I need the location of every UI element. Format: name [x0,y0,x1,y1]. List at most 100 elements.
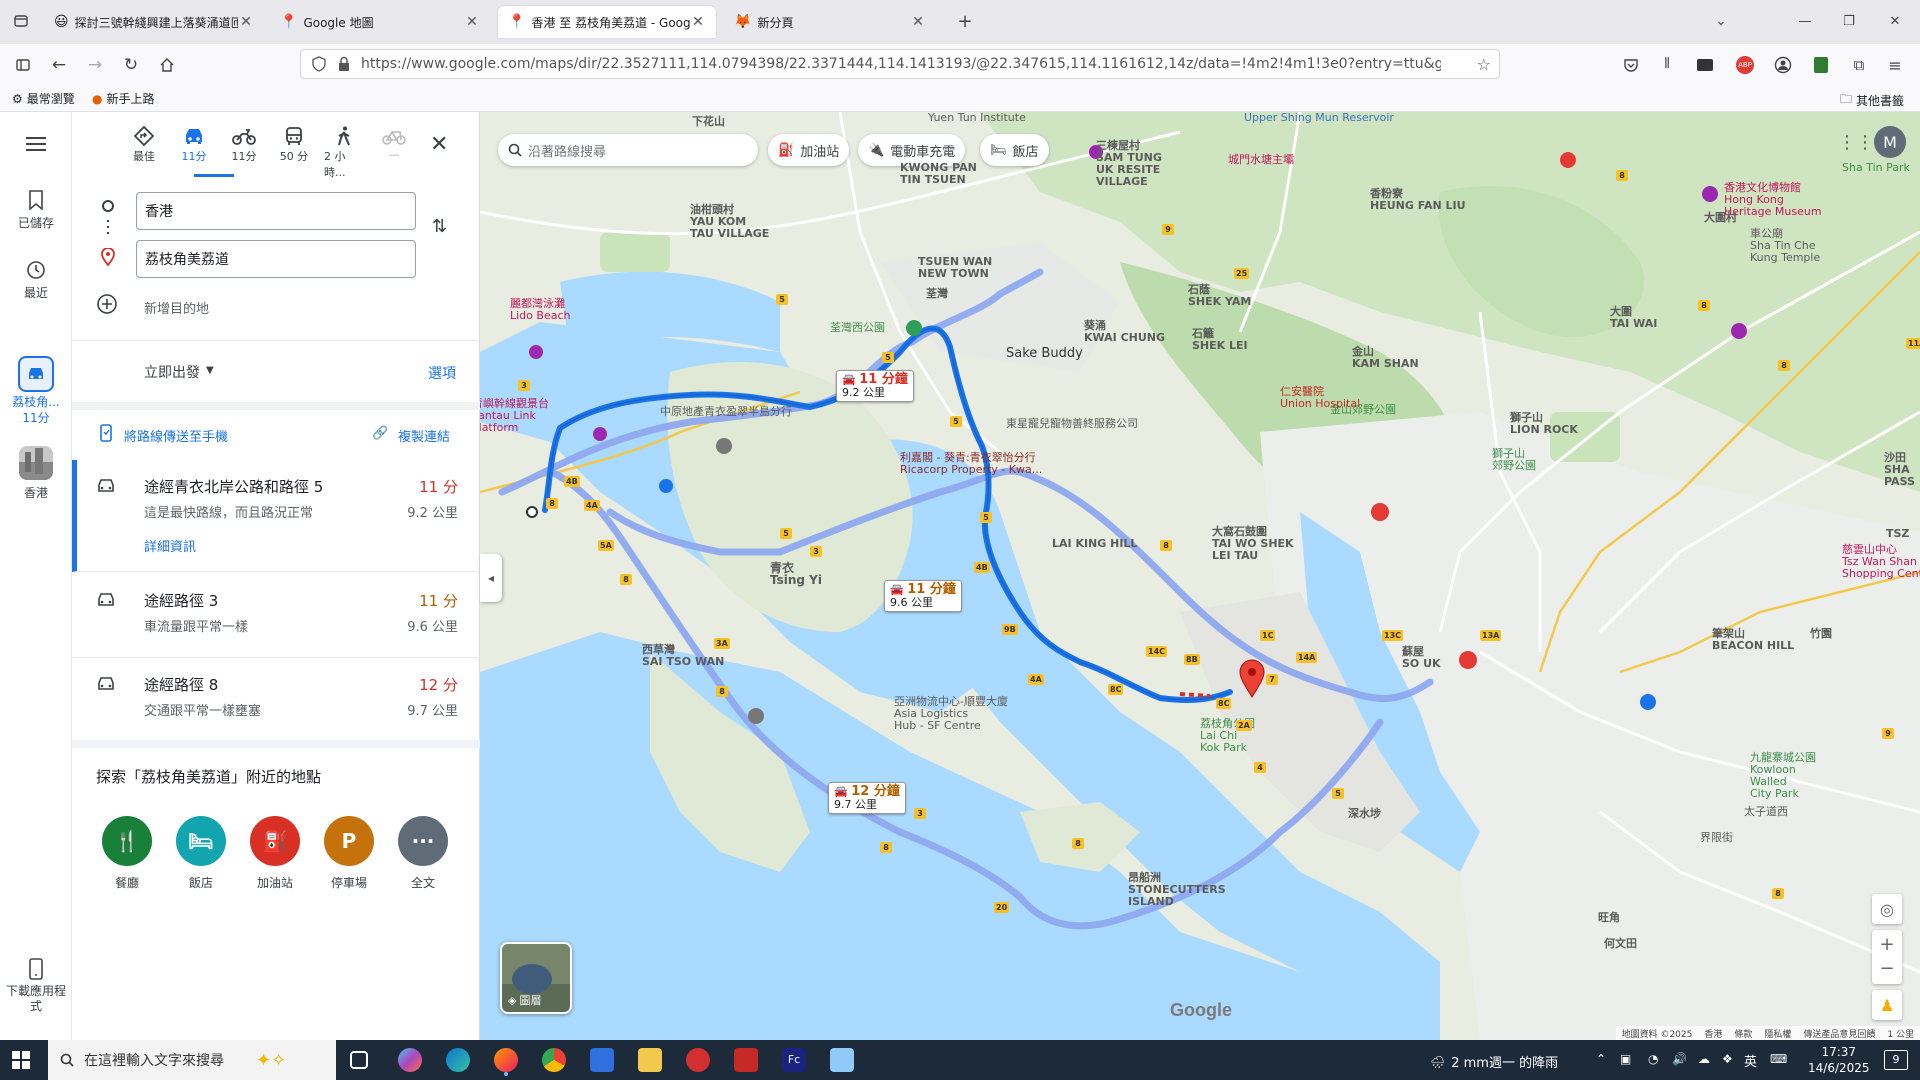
app-fc-icon[interactable]: Fc [782,1048,806,1072]
chip-gas-stations[interactable]: ⛽ 加油站 [768,134,850,166]
category-gas-stations[interactable]: ⛽ 加油站 [240,816,310,891]
bookmark-star-icon[interactable]: ☆ [1477,55,1491,74]
cloud-icon[interactable]: ☁ [1698,1052,1710,1066]
windows-start-icon[interactable] [12,1051,30,1069]
library-icon[interactable]: 𝍪 [1656,54,1678,76]
bookmark-getting-started[interactable]: ● 新手上路 [92,90,155,107]
origin-input[interactable]: 香港 [136,192,416,230]
category-restaurants[interactable]: 🍴 餐廳 [92,816,162,891]
map-canvas[interactable]: 沿著路線搜尋 ⛽ 加油站 🔌 電動車充電 🛏 飯店 🚘 11 分鐘 9.2 公里 🚘 … [480,112,1920,1040]
store-icon[interactable] [590,1048,614,1072]
new-tab-button[interactable]: + [954,10,976,32]
app-red-icon[interactable] [686,1048,710,1072]
bookmark-most-visited[interactable]: ⚙ 最常瀏覽 [12,90,75,107]
avatar[interactable]: M [1874,126,1906,158]
close-window-button[interactable]: ✕ [1884,10,1906,32]
extensions-puzzle-icon[interactable]: ⧉ [1848,54,1870,76]
tab-overview-icon[interactable] [10,10,32,32]
other-bookmarks[interactable]: 🗀 其他書籤 [1840,90,1904,111]
layers-button[interactable]: ◈ 圖層 [500,942,572,1014]
my-location-icon[interactable]: ◎ [1872,894,1902,924]
menu-button[interactable] [0,136,72,152]
category-more[interactable]: ··· 全文 [388,816,458,891]
chip-hotels[interactable]: 🛏 飯店 [980,134,1049,166]
keyboard-icon[interactable]: ⌨ [1770,1052,1787,1066]
firefox-icon[interactable] [494,1048,518,1072]
url-bar[interactable]: https://www.google.com/maps/dir/22.35271… [300,49,1500,79]
depart-time-dropdown[interactable]: 立即出發 ▼ [144,362,214,382]
back-icon[interactable]: ← [48,54,70,76]
route-details-link[interactable]: 詳細資訊 [144,536,196,555]
route-search-box[interactable]: 沿著路線搜尋 [498,134,758,166]
options-link[interactable]: 選項 [428,363,456,383]
destination-input[interactable]: 荔枝角美荔道 [136,240,416,278]
restore-button[interactable]: ❐ [1838,10,1860,32]
weather-widget[interactable]: 🌧 2 mm週一 的降雨 [1430,1052,1558,1072]
taskbar-search-box[interactable]: 在這裡輸入文字來搜尋 ✦✧ [48,1040,336,1080]
tab-google-maps[interactable]: 📍 Google 地圖 ✕ [270,6,490,38]
pegman-icon[interactable]: ♟ [1872,990,1902,1020]
download-app-button[interactable]: 下載應用程式 [0,958,72,1014]
shield-icon[interactable] [311,56,327,72]
wifi-icon[interactable]: ◔ [1648,1052,1658,1066]
recent-directions-item[interactable]: 荔枝角... 11分 [0,356,72,426]
sidebar-toggle-icon[interactable] [12,54,34,76]
close-icon[interactable]: ✕ [690,14,706,30]
category-hotels[interactable]: 🛏 飯店 [166,816,236,891]
route-callout-alt-1[interactable]: 🚘 11 分鐘 9.6 公里 [884,580,962,612]
home-icon[interactable] [156,54,178,76]
chrome-icon[interactable] [542,1048,566,1072]
add-destination-link[interactable]: 新增目的地 [144,298,209,317]
route-callout-best[interactable]: 🚘 11 分鐘 9.2 公里 [836,370,914,402]
recent-place-hong-kong[interactable]: 香港 [0,446,72,501]
notification-center-button[interactable]: 9 [1884,1050,1908,1070]
volume-icon[interactable]: 🔊 [1672,1052,1687,1066]
lock-icon[interactable] [337,56,351,72]
route-option-1[interactable]: 途經青衣北岸公路和路徑 5 這是最快路線，而且路況正常 11 分 9.2 公里 … [72,460,480,572]
chevron-up-icon[interactable]: ⌃ [1596,1052,1606,1066]
route-option-2[interactable]: 途經路徑 3 車流量跟平常一樣 11 分 9.6 公里 [72,572,480,658]
acrobat-icon[interactable] [734,1048,758,1072]
app-window-icon[interactable] [830,1048,854,1072]
send-to-phone-link[interactable]: 將路線傳送至手機 [124,426,228,445]
task-view-icon[interactable] [350,1051,368,1069]
file-explorer-icon[interactable] [638,1048,662,1072]
mode-motorcycle[interactable]: 11分 [224,126,264,164]
pocket-icon[interactable] [1620,54,1642,76]
ime-indicator[interactable]: 英 [1744,1051,1757,1070]
reload-icon[interactable]: ↻ [120,54,142,76]
menu-icon[interactable]: ≡ [1884,54,1906,76]
dropbox-icon[interactable]: ❖ [1722,1052,1733,1066]
mode-bicycle[interactable]: — [374,126,414,161]
tab-thread[interactable]: 😃 探討三號幹綫興建上落葵涌道匝 ✕ [44,6,264,38]
category-parking[interactable]: P 停車場 [314,816,384,891]
extension-dark-icon[interactable] [1694,54,1716,76]
tab-new[interactable]: 🦊 新分頁 ✕ [724,6,936,38]
add-destination-icon[interactable] [96,293,118,315]
route-option-3[interactable]: 途經路徑 8 交通跟平常一樣壅塞 12 分 9.7 公里 [72,658,480,744]
copy-link-button[interactable]: 複製連結 [398,426,450,445]
tab-directions[interactable]: 📍 香港 至 荔枝角美荔道 - Google ✕ [498,6,716,38]
mode-drive[interactable]: 11分 [174,126,214,164]
close-directions-button[interactable]: ✕ [430,132,448,157]
minimize-button[interactable]: — [1794,10,1816,32]
recent-button[interactable]: 最近 [0,260,72,301]
mode-walk[interactable]: 2 小時... [324,126,364,180]
saved-button[interactable]: 已儲存 [0,190,72,231]
adblock-icon[interactable]: ABP [1734,54,1756,76]
edge-icon[interactable] [446,1048,470,1072]
account-icon[interactable] [1772,54,1794,76]
copilot-icon[interactable] [398,1048,422,1072]
network-icon[interactable]: ▣ [1620,1052,1631,1066]
close-icon[interactable]: ✕ [238,14,254,30]
route-callout-alt-2[interactable]: 🚘 12 分鐘 9.7 公里 [828,782,906,814]
close-icon[interactable]: ✕ [464,14,480,30]
close-icon[interactable]: ✕ [910,14,926,30]
chevron-down-icon[interactable]: ⌄ [1710,10,1732,32]
extension-green-icon[interactable] [1810,54,1832,76]
swap-icon[interactable]: ⇅ [432,216,447,237]
clock[interactable]: 17:37 14/6/2025 [1808,1044,1870,1076]
mode-transit[interactable]: 50 分 [274,126,314,164]
zoom-in-button[interactable]: + [1879,933,1894,957]
collapse-panel-button[interactable]: ◂ [480,554,502,602]
